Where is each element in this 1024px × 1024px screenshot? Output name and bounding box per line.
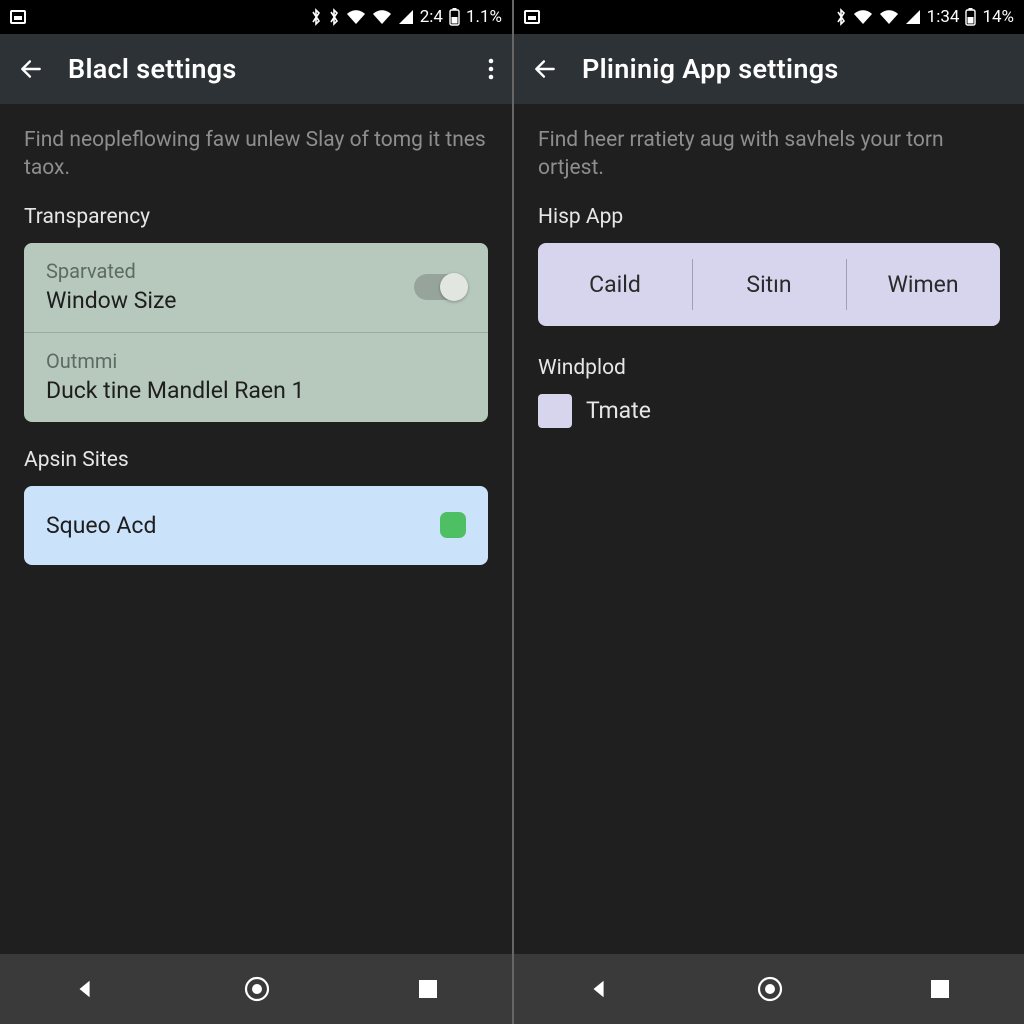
section-transparency-label: Transparency bbox=[24, 205, 488, 229]
status-bar: 1:34 14% bbox=[514, 0, 1024, 34]
back-arrow-icon[interactable] bbox=[532, 56, 558, 82]
bluetooth-icon bbox=[835, 8, 847, 26]
segment-caild[interactable]: Caild bbox=[538, 243, 692, 326]
description-text: Find heer rratiety aug with savhels your… bbox=[538, 126, 1000, 183]
picture-in-picture-icon bbox=[10, 10, 26, 24]
setting-mainlabel: Duck tine Mandlel Raen 1 bbox=[46, 377, 466, 404]
wifi-icon bbox=[346, 9, 366, 25]
battery-icon bbox=[965, 8, 976, 26]
content-area: Find heer rratiety aug with savhels your… bbox=[514, 104, 1024, 954]
status-time: 2:4 bbox=[420, 7, 443, 27]
window-size-toggle[interactable] bbox=[414, 274, 466, 300]
site-row-squeo[interactable]: Squeo Acd bbox=[24, 486, 488, 565]
cell-signal-icon bbox=[905, 9, 921, 25]
page-title: Blacl settings bbox=[68, 53, 237, 85]
wifi-icon-2 bbox=[879, 9, 899, 25]
section-sites-label: Apsin Sites bbox=[24, 448, 488, 472]
status-time: 1:34 bbox=[927, 7, 960, 27]
picture-in-picture-icon bbox=[524, 10, 540, 24]
bluetooth-icon-2 bbox=[328, 8, 340, 26]
sites-card: Squeo Acd bbox=[24, 486, 488, 565]
site-name-label: Squeo Acd bbox=[46, 512, 156, 539]
phone-left: 2:4 1.1% Blacl settings Find neopleflowi… bbox=[0, 0, 512, 1024]
wifi-icon-2 bbox=[372, 9, 392, 25]
section-hisp-app-label: Hisp App bbox=[538, 205, 1000, 229]
tmate-checkbox[interactable] bbox=[538, 394, 572, 428]
nav-bar bbox=[514, 954, 1024, 1024]
setting-window-size[interactable]: Sparvated Window Size bbox=[24, 243, 488, 332]
status-bar: 2:4 1.1% bbox=[0, 0, 512, 34]
nav-back-icon[interactable] bbox=[74, 978, 96, 1000]
nav-back-icon[interactable] bbox=[588, 978, 610, 1000]
setting-mainlabel: Window Size bbox=[46, 287, 466, 314]
setting-duck-tine[interactable]: Outmmi Duck tine Mandlel Raen 1 bbox=[24, 332, 488, 422]
checkbox-row-tmate[interactable]: Tmate bbox=[538, 394, 1000, 428]
segment-wimen[interactable]: Wimen bbox=[846, 243, 1000, 326]
bluetooth-icon bbox=[310, 8, 322, 26]
nav-recent-icon[interactable] bbox=[930, 979, 950, 999]
nav-bar bbox=[0, 954, 512, 1024]
wifi-icon bbox=[853, 9, 873, 25]
setting-sublabel: Outmmi bbox=[46, 349, 466, 373]
nav-home-icon[interactable] bbox=[757, 976, 783, 1002]
segment-sitin[interactable]: Sitın bbox=[692, 243, 846, 326]
cell-signal-icon bbox=[398, 9, 414, 25]
nav-home-icon[interactable] bbox=[244, 976, 270, 1002]
segmented-control: Caild Sitın Wimen bbox=[538, 243, 1000, 326]
site-status-indicator bbox=[440, 512, 466, 538]
nav-recent-icon[interactable] bbox=[418, 979, 438, 999]
battery-icon bbox=[449, 8, 460, 26]
status-battery: 1.1% bbox=[466, 7, 502, 27]
overflow-menu-icon[interactable] bbox=[488, 57, 494, 81]
back-arrow-icon[interactable] bbox=[18, 56, 44, 82]
page-title: Plininig App settings bbox=[582, 53, 839, 85]
setting-sublabel: Sparvated bbox=[46, 259, 466, 283]
description-text: Find neopleflowing faw unlew Slay of tom… bbox=[24, 126, 488, 183]
tmate-label: Tmate bbox=[586, 397, 651, 424]
phone-right: 1:34 14% Plininig App settings Find heer… bbox=[512, 0, 1024, 1024]
content-area: Find neopleflowing faw unlew Slay of tom… bbox=[0, 104, 512, 954]
status-battery: 14% bbox=[982, 7, 1014, 27]
app-bar: Plininig App settings bbox=[514, 34, 1024, 104]
app-bar: Blacl settings bbox=[0, 34, 512, 104]
section-windplod-label: Windplod bbox=[538, 356, 1000, 380]
transparency-card: Sparvated Window Size Outmmi Duck tine M… bbox=[24, 243, 488, 422]
